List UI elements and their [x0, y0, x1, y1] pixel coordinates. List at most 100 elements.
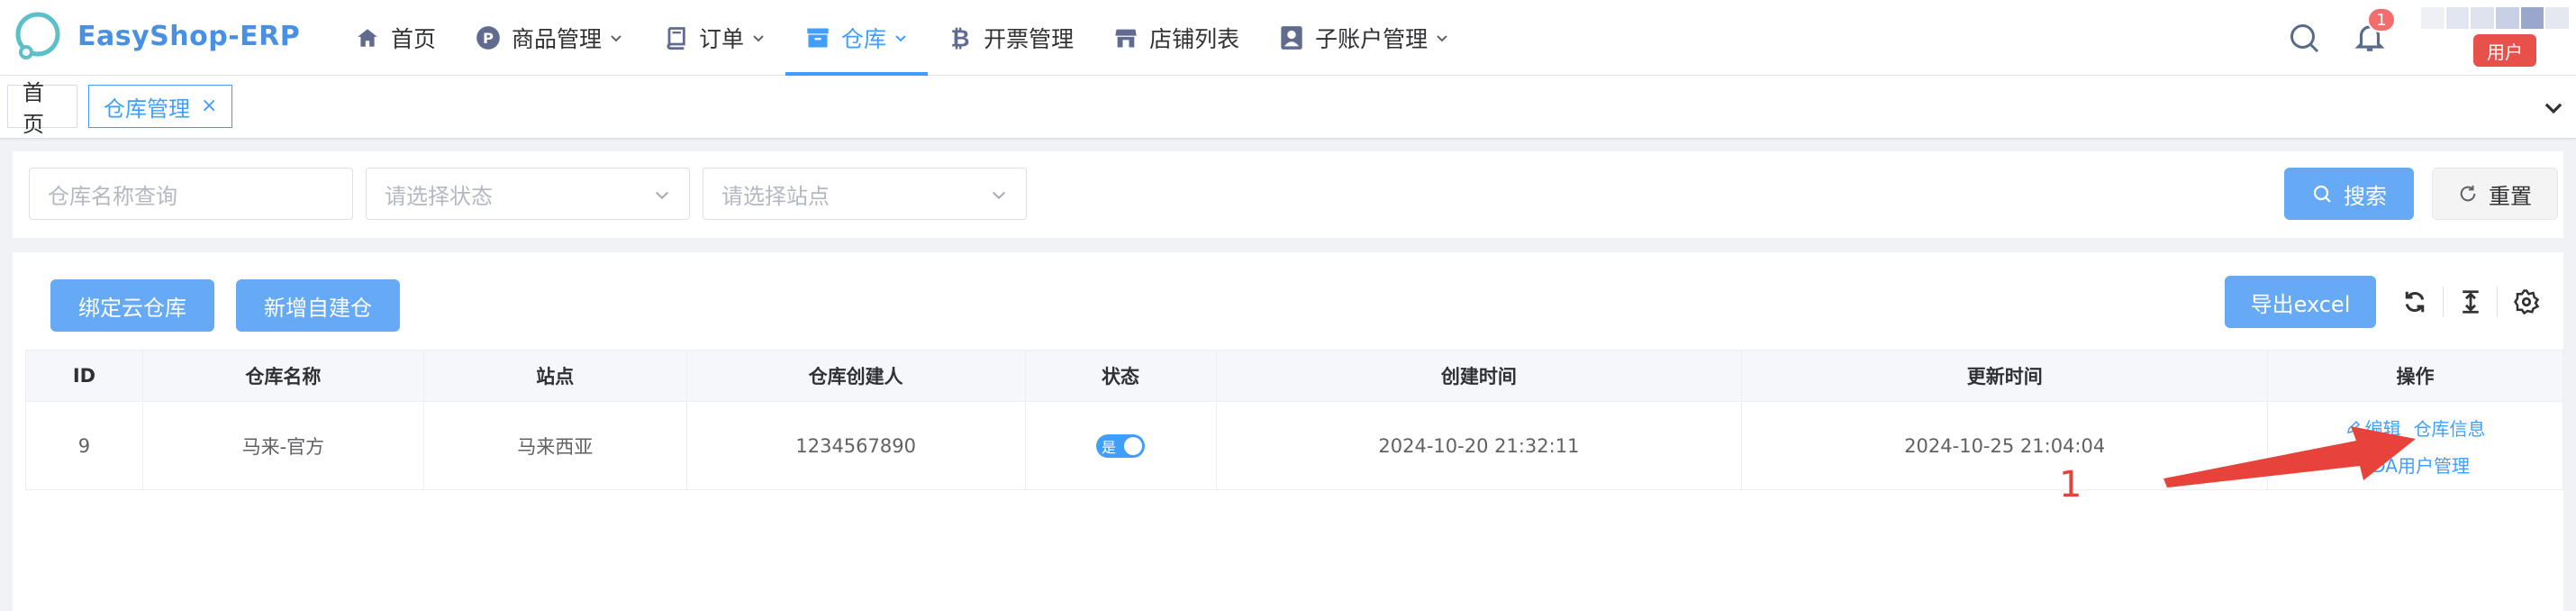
link-label: PDA用户管理: [2361, 454, 2470, 477]
book-icon: [663, 25, 688, 50]
tag-home[interactable]: 首页: [7, 80, 77, 137]
edit-link[interactable]: 编辑: [2345, 415, 2401, 441]
annotation-number: 1: [2059, 464, 2082, 506]
nav-item-warehouse[interactable]: 仓库: [785, 0, 929, 76]
button-label: 导出excel: [2250, 291, 2351, 317]
search-button[interactable]: 搜索: [2284, 168, 2414, 220]
input-placeholder: 仓库名称查询: [48, 183, 177, 209]
notification-badge: 1: [2367, 7, 2396, 32]
user-label: 用户: [2473, 34, 2536, 67]
chevron-down-icon: [895, 35, 906, 42]
column-height-icon[interactable]: [2457, 288, 2484, 315]
nav-item-label: 开票管理: [984, 26, 1075, 52]
avatar-image: [2421, 7, 2570, 29]
tags-view: 首页 仓库管理 ×: [0, 76, 2576, 139]
user-badge-icon: [1279, 25, 1304, 50]
tag-warehouse-management[interactable]: 仓库管理 ×: [88, 85, 233, 128]
cell-updated-time: 2024-10-25 21:04:04: [1742, 402, 2269, 489]
warehouse-list-card: 绑定云仓库 新增自建仓 导出excel ID 仓库名称 站点 仓库创建人 状态 …: [13, 252, 2563, 611]
edit-pencil-icon: [2346, 420, 2360, 433]
toggle-label: 是: [1102, 438, 1117, 456]
toggle-knob: [1124, 436, 1143, 455]
link-label: 编辑: [2364, 417, 2401, 440]
warehouse-info-link[interactable]: 仓库信息: [2414, 415, 2486, 441]
column-header: 更新时间: [1742, 351, 2269, 401]
cell-id: 9: [26, 402, 143, 489]
cell-site: 马来西亚: [424, 402, 687, 489]
avatar[interactable]: 用户: [2421, 7, 2570, 67]
tag-label: 首页: [23, 80, 44, 137]
site-select[interactable]: 请选择站点: [703, 168, 1027, 220]
button-label: 新增自建仓: [264, 295, 372, 321]
cell-operations: 编辑 仓库信息 PDA用户管理: [2268, 402, 2563, 489]
nav-item-label: 子账户管理: [1315, 26, 1429, 52]
cell-created-time: 2024-10-20 21:32:11: [1217, 402, 1743, 489]
svg-text:₿: ₿: [951, 26, 970, 50]
button-label: 搜索: [2344, 183, 2387, 209]
chevron-down-icon: [611, 35, 621, 42]
cell-creator: 1234567890: [687, 402, 1026, 489]
product-p-icon: P: [476, 25, 501, 50]
column-header: 站点: [424, 351, 687, 401]
nav-item-label: 订单: [699, 26, 745, 52]
gear-icon[interactable]: [2513, 288, 2540, 315]
nav-item-products[interactable]: P 商品管理: [456, 0, 643, 76]
store-icon: [1113, 25, 1138, 50]
column-header: 仓库名称: [143, 351, 424, 401]
status-select[interactable]: 请选择状态: [366, 168, 690, 220]
warehouse-table: ID 仓库名称 站点 仓库创建人 状态 创建时间 更新时间 操作 9 马来-官方…: [25, 350, 2563, 490]
toolbar-divider: [2443, 287, 2444, 317]
close-icon[interactable]: ×: [201, 96, 217, 116]
warehouse-name-input[interactable]: 仓库名称查询: [29, 168, 353, 220]
toolbar-divider: [2497, 287, 2498, 317]
operation-links: 编辑 仓库信息: [2345, 415, 2486, 441]
bind-cloud-warehouse-button[interactable]: 绑定云仓库: [50, 279, 214, 332]
status-toggle[interactable]: 是: [1096, 433, 1146, 458]
search-icon: [2313, 185, 2331, 203]
chevron-down-icon: [1437, 35, 1447, 42]
column-header: 状态: [1026, 351, 1217, 401]
link-label: 仓库信息: [2413, 417, 2486, 440]
top-navbar: EasyShop-ERP 首页 P 商品管理 订单 仓库 ₿ 开票管理 店铺列表…: [0, 0, 2576, 76]
refresh-icon: [2460, 185, 2476, 202]
chevron-down-icon[interactable]: [2542, 96, 2565, 119]
reset-button[interactable]: 重置: [2432, 168, 2558, 220]
bitcoin-icon: ₿: [948, 25, 973, 50]
app-logo[interactable]: EasyShop-ERP: [11, 9, 300, 63]
tag-label: 仓库管理: [104, 96, 190, 122]
chevron-down-icon: [993, 191, 1005, 200]
nav-item-subaccounts[interactable]: 子账户管理: [1259, 0, 1469, 76]
nav-item-invoices[interactable]: ₿ 开票管理: [928, 0, 1093, 76]
main-menu: 首页 P 商品管理 订单 仓库 ₿ 开票管理 店铺列表 子账户管理: [335, 0, 1469, 76]
nav-item-orders[interactable]: 订单: [643, 0, 785, 76]
app-name: EasyShop-ERP: [77, 20, 301, 52]
nav-item-label: 商品管理: [512, 26, 603, 52]
column-header: 创建时间: [1217, 351, 1743, 401]
select-placeholder: 请选择状态: [385, 183, 493, 209]
home-icon: [355, 25, 380, 50]
column-header: 仓库创建人: [687, 351, 1026, 401]
cell-warehouse-name: 马来-官方: [143, 402, 424, 489]
export-excel-button[interactable]: 导出excel: [2225, 276, 2376, 328]
search-icon[interactable]: [2288, 22, 2320, 54]
nav-item-label: 仓库: [841, 26, 887, 52]
column-header: 操作: [2268, 351, 2563, 401]
nav-item-label: 店铺列表: [1149, 26, 1240, 52]
button-label: 重置: [2489, 183, 2532, 209]
pda-user-management-link[interactable]: PDA用户管理: [2361, 451, 2470, 478]
nav-item-stores[interactable]: 店铺列表: [1093, 0, 1259, 76]
nav-item-home[interactable]: 首页: [335, 0, 456, 76]
table-row: 9 马来-官方 马来西亚 1234567890 是 2024-10-20 21:…: [26, 402, 2563, 490]
refresh-icon[interactable]: [2401, 288, 2428, 315]
logo-icon: [15, 12, 60, 59]
filter-panel: 仓库名称查询 请选择状态 请选择站点 搜索 重置: [13, 151, 2563, 238]
add-own-warehouse-button[interactable]: 新增自建仓: [236, 279, 400, 332]
select-placeholder: 请选择站点: [721, 183, 830, 209]
chevron-down-icon: [656, 191, 668, 200]
column-header: ID: [26, 351, 143, 401]
table-header: ID 仓库名称 站点 仓库创建人 状态 创建时间 更新时间 操作: [26, 350, 2563, 402]
button-label: 绑定云仓库: [78, 295, 186, 321]
nav-item-label: 首页: [391, 26, 437, 52]
chevron-down-icon: [753, 35, 764, 42]
svg-text:P: P: [483, 30, 494, 47]
